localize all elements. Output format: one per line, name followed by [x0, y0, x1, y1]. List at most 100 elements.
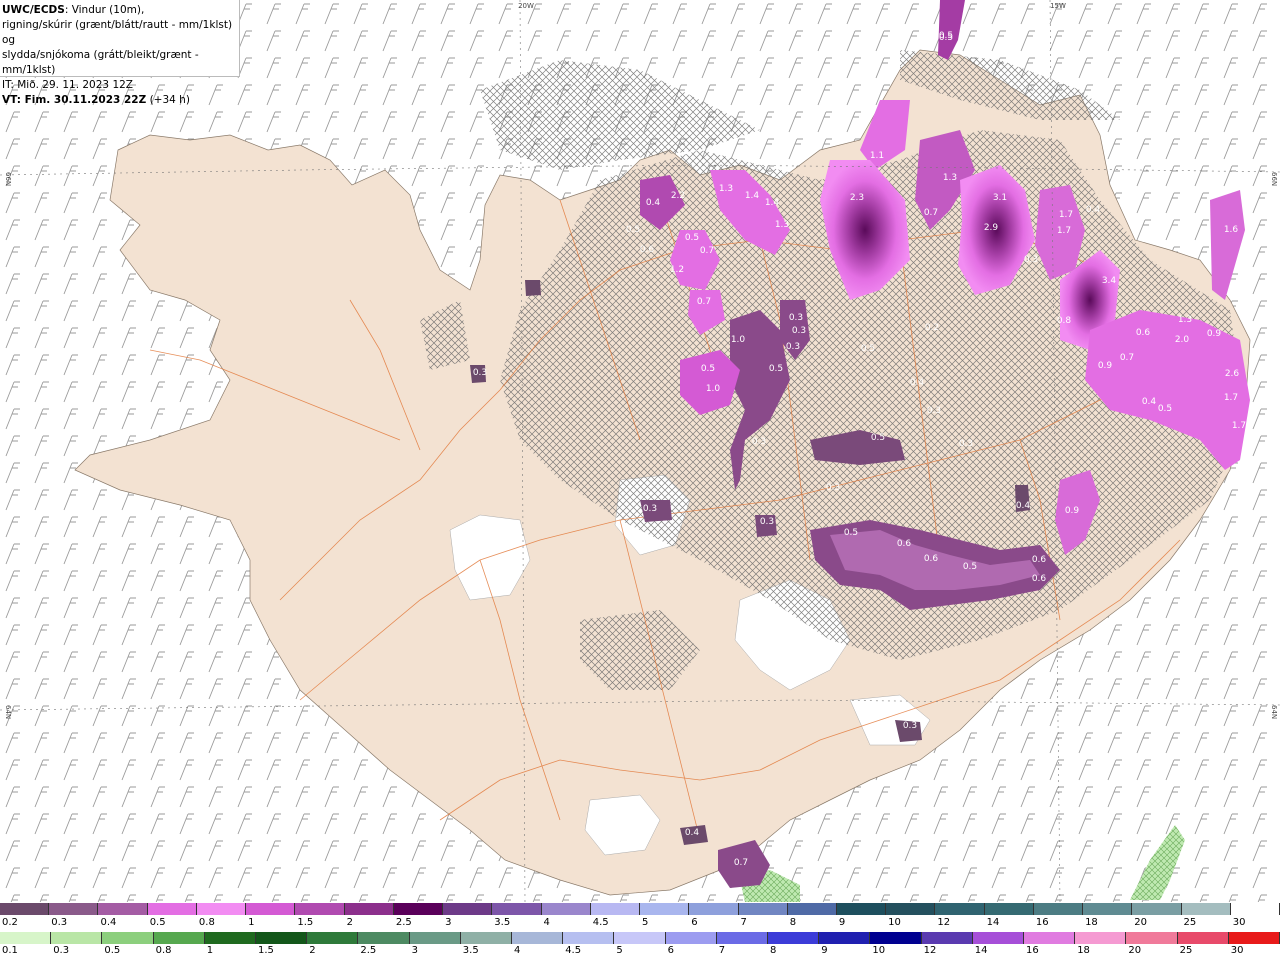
snow-scale-swatch [147, 903, 197, 915]
precip-value-label: 0.5 [861, 344, 875, 354]
precip-value-label: 0.7 [697, 297, 711, 307]
rain-scale-swatch [0, 932, 52, 944]
rain-scale-label: 2 [309, 945, 316, 956]
precip-value-label: 0.4 [646, 198, 661, 208]
rain-scale-swatch [870, 932, 922, 944]
title-line-1: UWC/ECDS: Vindur (10m), [2, 3, 239, 18]
model-name: UWC/ECDS [2, 4, 65, 16]
snow-scale-label: 8 [789, 917, 797, 928]
precip-value-label: 1.0 [731, 335, 746, 345]
snow-scale-swatch [1132, 903, 1182, 915]
rain-scale-label: 8 [770, 945, 777, 956]
snow-scale-swatch [0, 903, 50, 915]
rain-scale-swatch [563, 932, 615, 944]
precip-value-label: 3.1 [993, 193, 1007, 203]
snow-scale-swatch [738, 903, 788, 915]
rain-scale-swatch [256, 932, 308, 944]
rain-scale-swatch [921, 932, 973, 944]
snow-scale-label: 14 [986, 917, 1000, 928]
precip-value-label: 0.3 [903, 721, 917, 731]
precip-value-label: 2.0 [1175, 335, 1190, 345]
precip-value-label: 1.3 [719, 184, 733, 194]
rain-scale-label: 5 [616, 945, 623, 956]
rain-scale-swatch [768, 932, 820, 944]
snow-color-scale [0, 903, 1280, 915]
rain-color-scale [0, 932, 1280, 944]
rain-scale-label: 25 [1179, 945, 1193, 956]
snow-scale-label: 0.5 [149, 917, 166, 928]
precip-value-label: 2.9 [984, 223, 999, 233]
precip-value-label: 0.4 [910, 378, 925, 388]
rain-scale-label: 0.1 [2, 945, 18, 956]
precip-value-label: 0.3 [643, 504, 657, 514]
precip-value-label: 0.6 [1136, 328, 1151, 338]
title-line-3: slydda/snjókoma (grátt/bleikt/grænt - mm… [2, 49, 199, 76]
precip-value-label: 1.1 [870, 151, 884, 161]
snow-scale-swatch [344, 903, 394, 915]
issue-time: IT: Mið. 29. 11. 2023 12Z [2, 79, 133, 91]
snow-scale-label: 7 [740, 917, 747, 928]
snow-scale-label: 0.4 [100, 917, 117, 928]
snow-scale-label: 4.5 [592, 917, 609, 928]
precip-value-label: 2.6 [1225, 369, 1240, 379]
precip-value-label: 0.5 [939, 31, 953, 41]
snow-scale-swatch [984, 903, 1034, 915]
rain-scale-swatch [716, 932, 769, 944]
precip-value-label: 0.5 [626, 225, 640, 235]
precip-value-label: 0.5 [963, 562, 977, 572]
precip-value-label: 1.2 [670, 265, 684, 275]
precip-value-label: 0.5 [871, 433, 885, 443]
rain-scale-swatch [409, 932, 461, 944]
snow-scale-label: 0.2 [2, 917, 18, 928]
rain-scale-swatch [153, 932, 205, 944]
precip-value-label: 0.9 [1098, 361, 1113, 371]
rain-scale-swatch [51, 932, 103, 944]
snow-scale-label: 9 [838, 917, 846, 928]
precip-value-label: 0.2 [925, 323, 939, 333]
grid-label-66n-right: 66N [1270, 172, 1278, 186]
rain-scale-label: 10 [872, 945, 886, 956]
snow-scale-swatch [246, 903, 296, 915]
weather-map[interactable]: 0.50.42.20.50.60.51.20.71.31.41.41.31.12… [0, 0, 1280, 902]
snow-scale-swatch [935, 903, 985, 915]
snow-scale-swatch [640, 903, 690, 915]
snow-scale-label: 3 [445, 917, 452, 928]
precip-value-label: 0.3 [826, 483, 840, 493]
precip-value-label: 1.0 [706, 384, 721, 394]
precip-value-label: 0.3 [786, 342, 800, 352]
precip-value-label: 0.3 [927, 406, 941, 416]
rain-scale-label: 18 [1077, 945, 1090, 956]
precip-value-label: 0.7 [924, 208, 938, 218]
snow-scale-swatch [886, 903, 936, 915]
rain-scale-label: 3 [411, 945, 418, 956]
grid-label-64n-right: 64N [1270, 705, 1278, 719]
rain-scale-swatch [460, 932, 513, 944]
rain-scale-swatch [204, 932, 257, 944]
precip-value-label: 0.6 [924, 554, 939, 564]
precip-value-label: 0.3 [1024, 255, 1038, 265]
rain-scale-label: 7 [718, 945, 726, 956]
snow-scale-swatch [590, 903, 641, 915]
snow-scale-swatch [787, 903, 837, 915]
rain-scale-label: 4.5 [565, 945, 582, 956]
snow-scale-label: 6 [691, 917, 698, 928]
title-line-2: rigning/skúrir (grænt/blátt/rautt - mm/1… [2, 19, 233, 46]
precip-value-label: 0.8 [1057, 316, 1072, 326]
snow-scale-swatch [1230, 903, 1280, 915]
snow-scale-swatch [541, 903, 591, 915]
snow-scale-swatch [196, 903, 247, 915]
precip-value-label: 0.3 [752, 437, 766, 447]
rain-scale-swatch [1024, 932, 1076, 944]
rain-scale-label: 16 [1026, 945, 1039, 956]
precip-value-label: 0.5 [769, 364, 783, 374]
rain-scale-label: 0.8 [155, 945, 172, 956]
rain-scale-label: 4 [514, 945, 521, 956]
snow-scale-swatch [98, 903, 148, 915]
rain-scale-swatch [972, 932, 1025, 944]
rain-scale-label: 9 [821, 945, 828, 956]
precip-value-label: 0.5 [844, 528, 858, 538]
precip-value-label: 0.9 [1207, 329, 1222, 339]
valid-time-line: VT: Fim. 30.11.2023 22Z (+34 h) [2, 93, 239, 108]
rain-scale-swatch [819, 932, 871, 944]
precip-value-label: 3.4 [1102, 276, 1117, 286]
